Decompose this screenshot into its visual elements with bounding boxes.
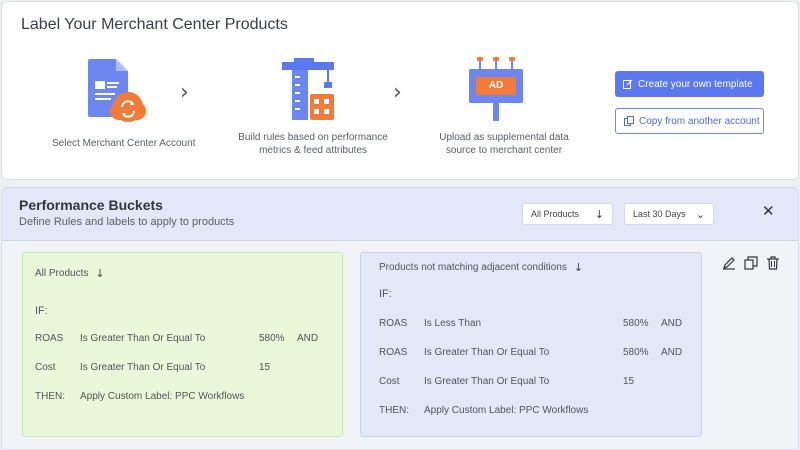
- condition-operator: Is Less Than: [424, 318, 482, 329]
- performance-buckets-panel: Performance Buckets Define Rules and lab…: [1, 187, 799, 450]
- rule-heading[interactable]: Products not matching adjacent condition…: [379, 261, 583, 274]
- condition-join: AND: [661, 347, 683, 358]
- condition-metric: ROAS: [35, 333, 64, 344]
- copy-account-button[interactable]: Copy from another account: [615, 108, 764, 134]
- condition-operator: Is Greater Than Or Equal To: [424, 347, 550, 358]
- condition-metric: Cost: [35, 362, 56, 373]
- chevron-right-icon: ›: [180, 80, 189, 105]
- condition-value: 15: [623, 376, 635, 387]
- performance-header: Performance Buckets Define Rules and lab…: [2, 188, 798, 241]
- condition-row: ROAS Is Greater Than Or Equal To 580% AN…: [35, 333, 335, 347]
- step-build-rules: Build rules based on performance metrics…: [227, 131, 399, 157]
- label-products-card: Label Your Merchant Center Products Sele…: [1, 1, 799, 180]
- step-upload-supplemental: Upload as supplemental data source to me…: [422, 131, 586, 157]
- date-range-select[interactable]: Last 30 Days ⌄: [624, 203, 714, 225]
- condition-value: 580%: [259, 333, 285, 344]
- condition-join: AND: [661, 318, 683, 329]
- ad-text: AD: [488, 80, 504, 91]
- product-filter-select[interactable]: All Products ↓: [522, 203, 613, 225]
- rule-heading-label: Products not matching adjacent condition…: [379, 262, 567, 273]
- then-action: Apply Custom Label: PPC Workflows: [80, 391, 245, 402]
- billboard-ad-icon: AD: [468, 57, 524, 121]
- condition-operator: Is Greater Than Or Equal To: [424, 376, 550, 387]
- create-template-label: Create your own template: [638, 78, 753, 90]
- step-label: source to merchant center: [445, 145, 563, 156]
- if-label: IF:: [35, 305, 48, 317]
- merchant-account-icon: [86, 57, 148, 123]
- condition-metric: Cost: [379, 376, 400, 387]
- condition-value: 580%: [623, 347, 649, 358]
- rule-heading[interactable]: All Products ↓: [35, 267, 105, 280]
- arrow-down-icon: ↓: [594, 207, 604, 221]
- date-range-value: Last 30 Days: [633, 209, 686, 219]
- condition-metric: ROAS: [379, 347, 408, 358]
- condition-row: Cost Is Greater Than Or Equal To 15: [379, 376, 699, 390]
- condition-value: 580%: [623, 318, 649, 329]
- arrow-down-icon: ↓: [573, 261, 584, 274]
- performance-subtitle: Define Rules and labels to apply to prod…: [19, 216, 235, 228]
- close-icon[interactable]: ✕: [762, 202, 775, 220]
- then-label: THEN:: [35, 391, 65, 402]
- condition-row: Cost Is Greater Than Or Equal To 15: [35, 362, 335, 376]
- product-filter-value: All Products: [531, 209, 580, 219]
- copy-account-label: Copy from another account: [639, 115, 760, 127]
- if-label: IF:: [379, 288, 392, 300]
- step-label: Build rules based on performance: [238, 132, 388, 143]
- create-template-button[interactable]: Create your own template: [615, 71, 764, 97]
- condition-join: AND: [297, 333, 319, 344]
- duplicate-icon[interactable]: [744, 256, 758, 270]
- rule-heading-label: All Products: [35, 268, 89, 279]
- then-action: Apply Custom Label: PPC Workflows: [424, 405, 589, 416]
- then-row: THEN: Apply Custom Label: PPC Workflows: [379, 405, 699, 419]
- trash-icon[interactable]: [766, 256, 780, 270]
- edit-icon: [623, 79, 633, 89]
- step-select-account: Select Merchant Center Account: [52, 137, 196, 150]
- step-label: Select Merchant Center Account: [52, 138, 196, 149]
- page-title: Label Your Merchant Center Products: [21, 16, 288, 33]
- chevron-down-icon: ⌄: [695, 207, 705, 221]
- condition-operator: Is Greater Than Or Equal To: [80, 362, 206, 373]
- then-label: THEN:: [379, 405, 409, 416]
- rule-card-all-products: All Products ↓ IF: ROAS Is Greater Than …: [22, 252, 343, 437]
- condition-value: 15: [259, 362, 271, 373]
- chevron-right-icon: ›: [393, 80, 402, 105]
- build-rules-icon: [280, 58, 340, 122]
- step-label: Upload as supplemental data: [439, 132, 569, 143]
- condition-metric: ROAS: [379, 318, 408, 329]
- rule-card-not-matching: Products not matching adjacent condition…: [360, 252, 702, 437]
- condition-row: ROAS Is Less Than 580% AND: [379, 318, 699, 332]
- performance-title: Performance Buckets: [19, 197, 163, 213]
- copy-icon: [624, 116, 634, 126]
- then-row: THEN: Apply Custom Label: PPC Workflows: [35, 391, 335, 405]
- condition-operator: Is Greater Than Or Equal To: [80, 333, 206, 344]
- edit-icon[interactable]: [722, 256, 736, 270]
- condition-row: ROAS Is Greater Than Or Equal To 580% AN…: [379, 347, 699, 361]
- step-label: metrics & feed attributes: [259, 145, 367, 156]
- arrow-down-icon: ↓: [95, 267, 105, 280]
